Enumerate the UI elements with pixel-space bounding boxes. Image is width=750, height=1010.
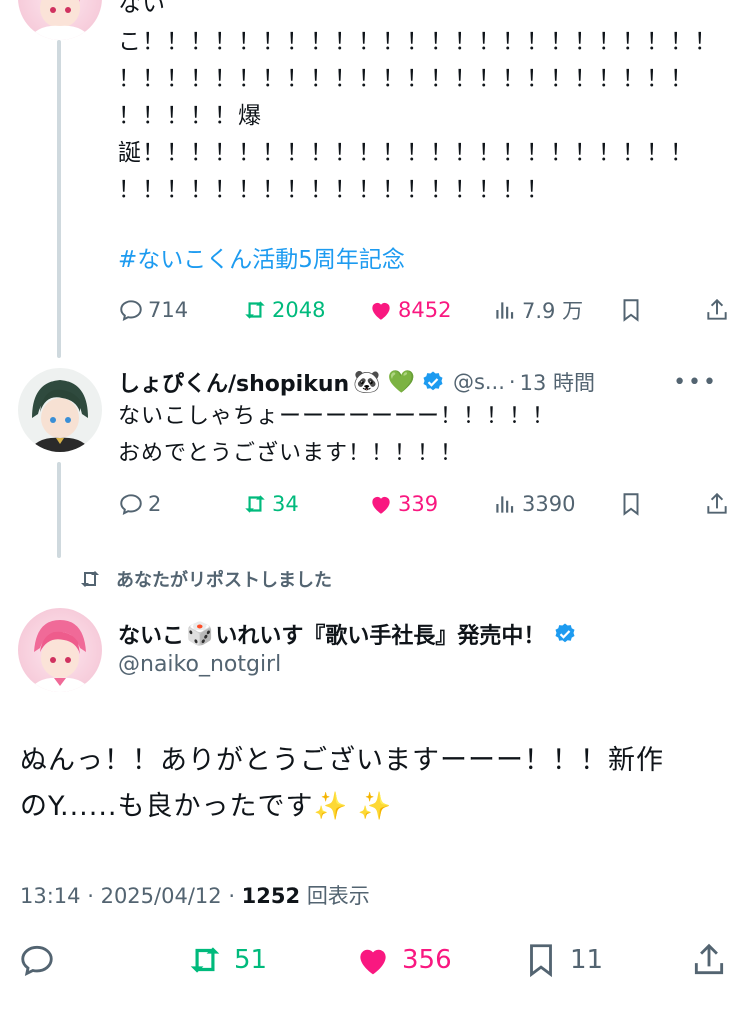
reply-button[interactable]: 714 [118, 290, 188, 330]
bookmark-count: 11 [570, 945, 604, 975]
like-button[interactable]: 339 [368, 484, 438, 524]
bookmark-icon [530, 944, 552, 978]
share-button[interactable] [690, 940, 738, 980]
verified-badge-icon [555, 623, 575, 643]
main-name-part2: いれいす『歌い手社長』発売中！ [215, 624, 546, 649]
main-tweet-line: ぬんっ！！ありがとうございますーーー！！！新作 [20, 745, 664, 776]
main-tweet-line: のY......も良かったです✨ ✨ [20, 791, 393, 822]
reply-button[interactable] [18, 940, 66, 980]
reply-icon [120, 300, 142, 321]
like-button[interactable]: 356 [354, 940, 452, 980]
reply-icon [120, 494, 142, 515]
tweet-2-line: おめでとうございます！！！！！ [118, 441, 464, 466]
tweet-1-line: ！！！！！！！！！！！！！！！！！！ [118, 177, 550, 203]
more-options-button[interactable]: ••• [673, 362, 718, 402]
dice-emoji: 🎲 [186, 621, 214, 647]
name-emoji: 🐼 💚 [353, 369, 415, 395]
main-name-part1: ないこ [118, 624, 185, 649]
tweet-1-line: ！！！！！爆 [118, 103, 262, 129]
share-button[interactable] [704, 290, 734, 330]
tweet-time[interactable]: 13 時間 [520, 367, 595, 397]
repost-icon [245, 301, 265, 319]
repost-count: 34 [272, 492, 299, 516]
views-button[interactable]: 3390 [492, 484, 575, 524]
share-icon [707, 492, 727, 514]
heart-icon [372, 496, 390, 514]
reply-button[interactable]: 2 [118, 484, 161, 524]
tweet-1-line: ！！！！！！！！！！！！！！！！！！！！！！！！ [118, 66, 694, 92]
view-count: 1252 [241, 884, 301, 908]
repost-icon [245, 495, 265, 513]
like-button[interactable]: 8452 [368, 290, 451, 330]
share-button[interactable] [704, 484, 734, 524]
tweet-1-actions: 714 2048 8452 7.9 万 [118, 290, 738, 330]
reposted-indicator: あなたがリポストしました [78, 564, 332, 594]
hashtag-link[interactable]: #ないこくん活動5周年記念 [118, 240, 405, 274]
tweet-2-header: しょぴくん/shopikun 🐼 💚 @s... · 13 時間 ••• [118, 362, 738, 402]
tweet-1-line: 誕！！！！！！！！！！！！！！！！！！！！！！！ [118, 140, 694, 166]
share-icon [707, 298, 727, 320]
separator-dot: · [508, 370, 516, 394]
tweet-time[interactable]: 13:14 [20, 884, 81, 908]
views-count: 3390 [522, 492, 576, 516]
avatar-naiko[interactable] [18, 0, 102, 40]
repost-icon [190, 947, 220, 973]
repost-button[interactable]: 34 [242, 484, 299, 524]
share-icon [694, 943, 724, 975]
thread-line [57, 40, 61, 358]
views-button[interactable]: 7.9 万 [492, 290, 583, 330]
tweet-meta: 13:14 · 2025/04/12 · 1252 回表示 [20, 880, 370, 910]
tweet-1-text: ない こ！！！！！！！！！！！！！！！！！！！！！！！！ ！！！！！！！！！！！… [118, 0, 718, 209]
views-count: 7.9 万 [522, 299, 584, 323]
like-count: 356 [402, 945, 452, 975]
user-handle[interactable]: @s... [453, 370, 505, 394]
heart-icon [372, 302, 390, 320]
tweet-date[interactable]: 2025/04/12 [101, 884, 222, 908]
reply-icon [21, 945, 53, 977]
view-label: 回表示 [306, 884, 370, 908]
main-user-handle[interactable]: @naiko_notgirl [118, 652, 281, 677]
avatar-shopikun[interactable] [18, 368, 102, 452]
thread-line [57, 462, 61, 558]
repost-count: 51 [234, 945, 268, 975]
tweet-1-line: こ！！！！！！！！！！！！！！！！！！！！！！！！ [118, 29, 718, 55]
separator-dot: · [228, 884, 242, 908]
display-name[interactable]: しょぴくん/shopikun [118, 366, 349, 398]
reply-count: 2 [148, 492, 162, 516]
bookmark-button[interactable] [618, 484, 648, 524]
views-icon [496, 496, 514, 513]
reply-count: 714 [148, 298, 189, 322]
repost-icon [81, 571, 99, 587]
repost-count: 2048 [272, 298, 326, 322]
views-icon [496, 302, 514, 319]
main-display-name[interactable]: ないこ 🎲 いれいす『歌い手社長』発売中！ [118, 616, 577, 652]
bookmark-icon [623, 299, 639, 322]
like-count: 339 [398, 492, 439, 516]
repost-button[interactable]: 51 [186, 940, 267, 980]
heart-icon [360, 949, 386, 975]
avatar-naiko-main[interactable] [18, 608, 102, 692]
bookmark-icon [623, 493, 639, 516]
main-tweet-actions: 51 356 11 [0, 940, 750, 988]
verified-badge-icon [423, 371, 443, 391]
like-count: 8452 [398, 298, 452, 322]
main-tweet-text: ぬんっ！！ありがとうございますーーー！！！新作 のY......も良かったです✨… [20, 738, 664, 830]
reposted-label: あなたがリポストしました [116, 570, 332, 591]
tweet-1-line: ない [118, 0, 166, 17]
tweet-2-actions: 2 34 339 3390 [118, 484, 738, 524]
bookmark-button[interactable]: 11 [522, 940, 603, 980]
tweet-2-text: ないこしゃちょーーーーーーー！！！！！ おめでとうございます！！！！！ [118, 398, 555, 472]
separator-dot: · [87, 884, 101, 908]
tweet-2-line: ないこしゃちょーーーーーーー！！！！！ [118, 404, 556, 429]
repost-button[interactable]: 2048 [242, 290, 325, 330]
bookmark-button[interactable] [618, 290, 648, 330]
